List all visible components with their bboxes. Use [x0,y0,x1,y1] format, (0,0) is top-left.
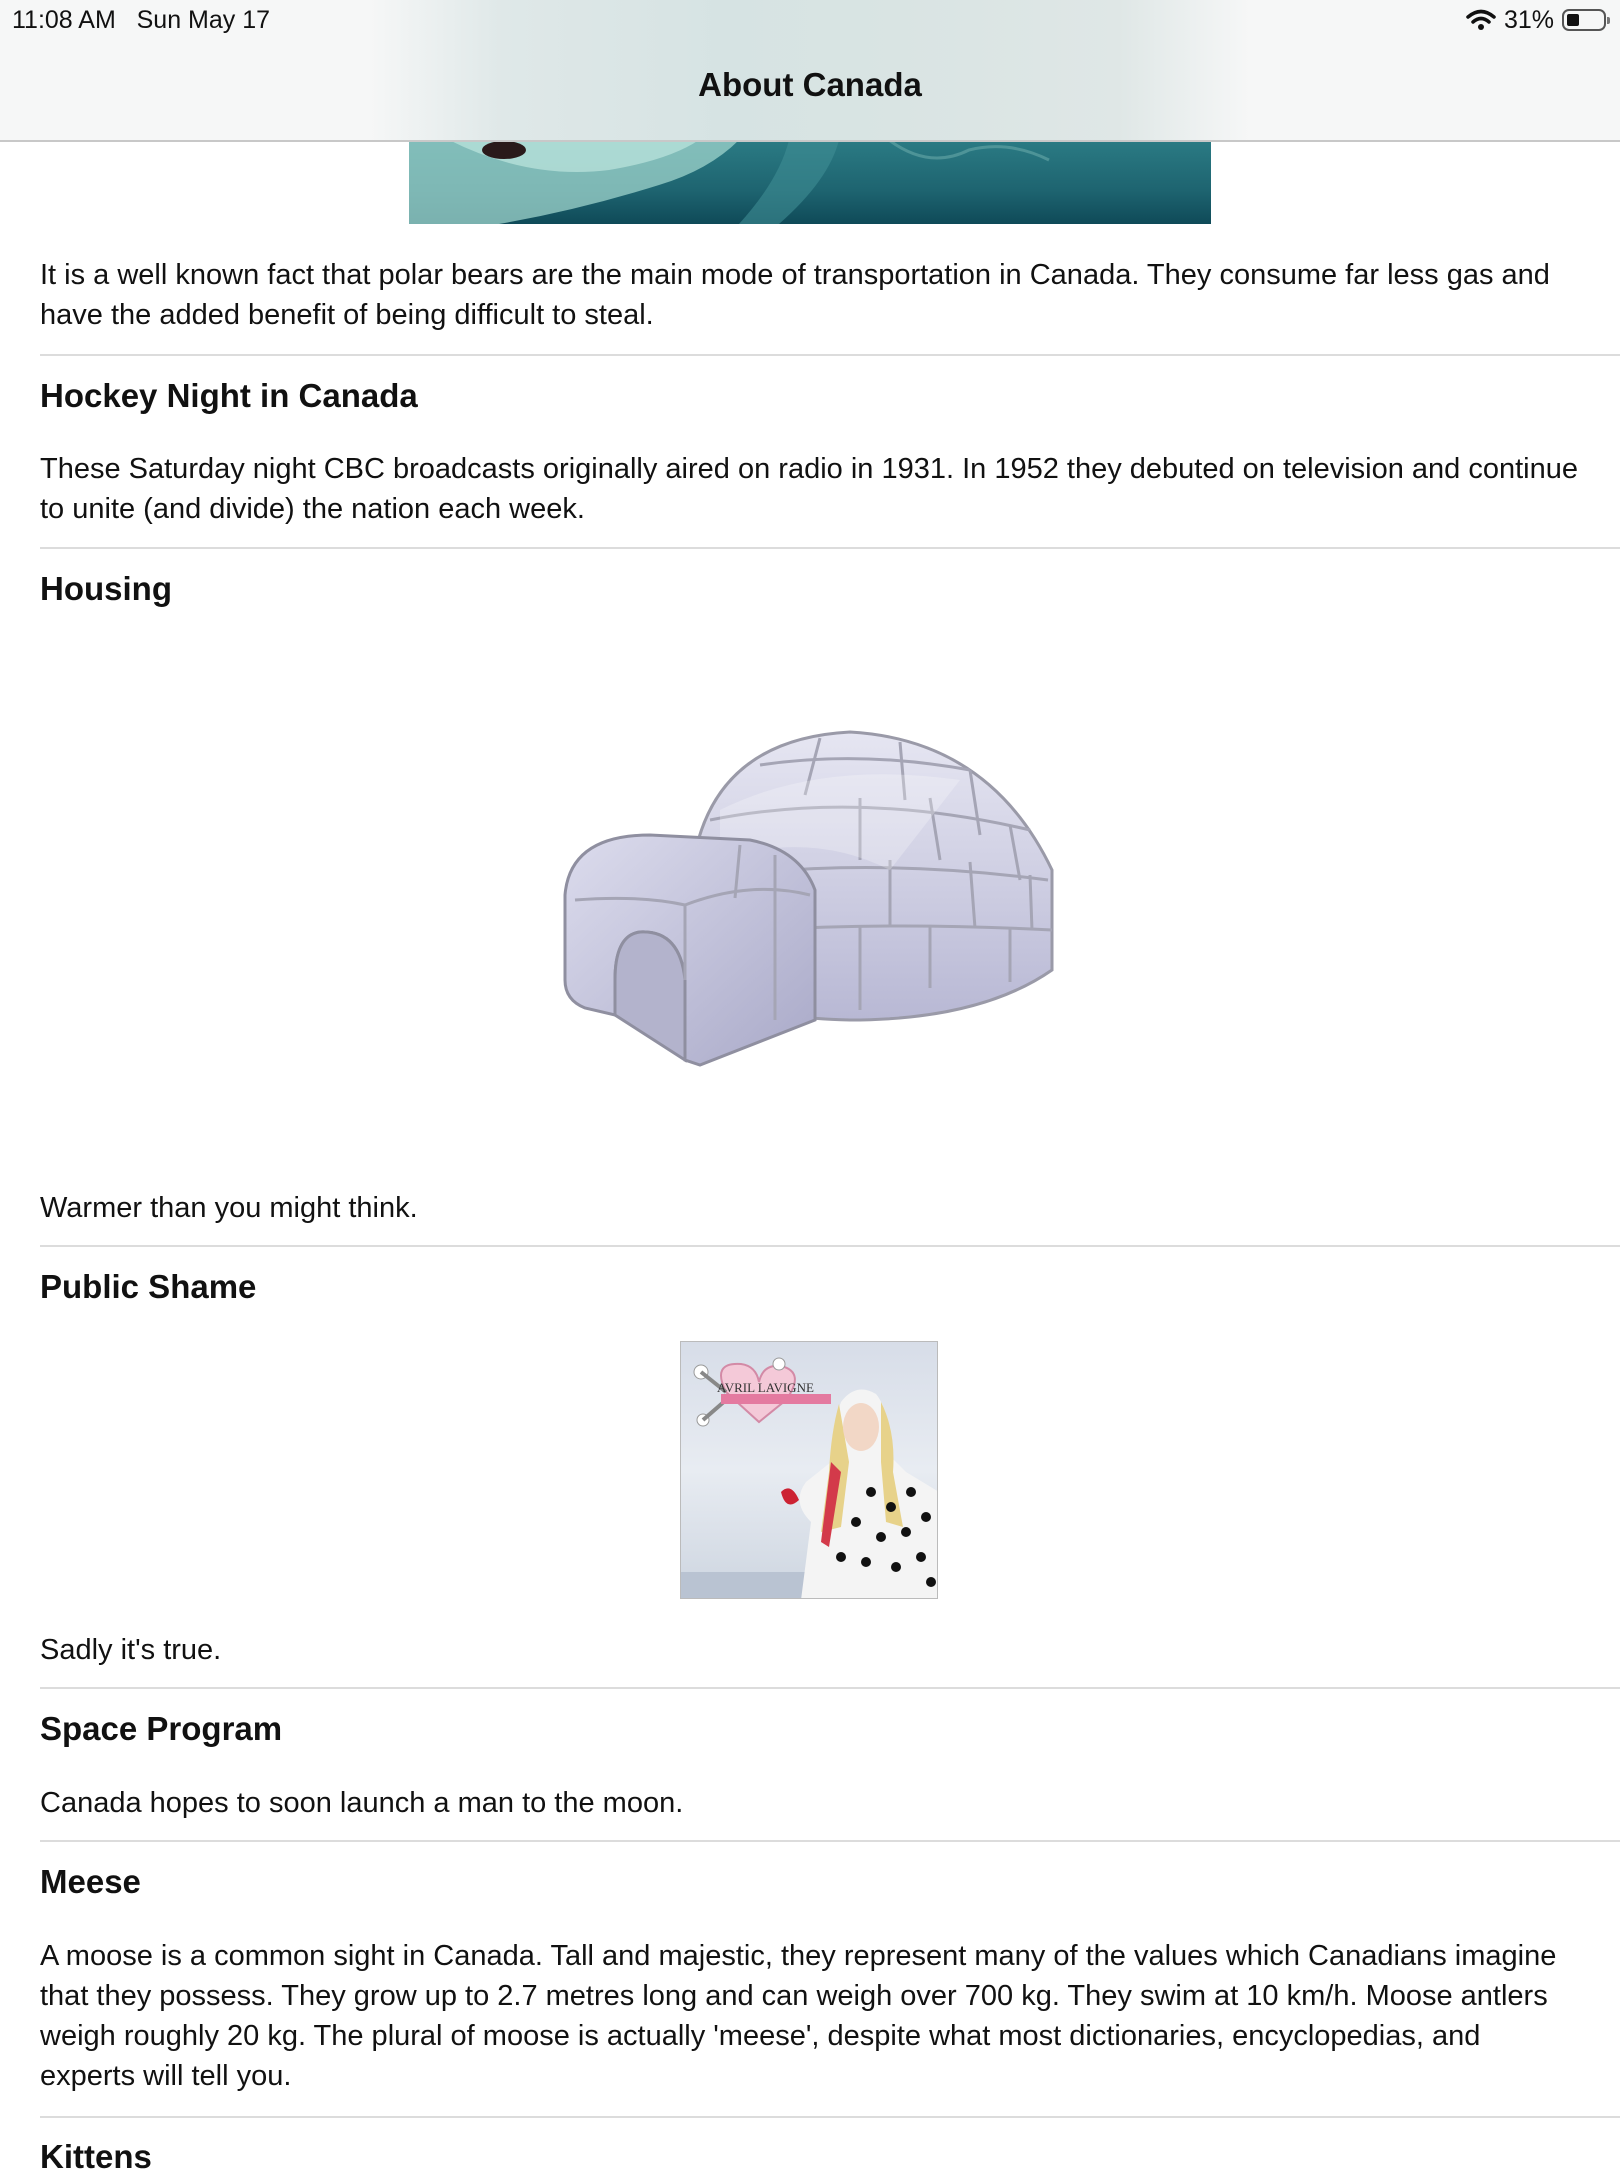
separator [40,1840,1620,1842]
status-date: Sun May 17 [136,6,271,34]
separator [40,354,1620,356]
public-shame-text: Sadly it's true. [40,1634,222,1666]
status-clock: 11:08 AM [12,6,116,34]
battery-icon [1562,9,1610,31]
igloo-image [563,730,1054,1067]
hockey-text: These Saturday night CBC broadcasts orig… [40,453,1579,525]
kittens-heading: Kittens [40,2138,152,2175]
hockey-heading: Hockey Night in Canada [40,377,418,414]
battery-percentage: 31% [1503,5,1554,34]
public-shame-heading: Public Shame [40,1268,257,1305]
status-indicators: 31% [1466,4,1610,36]
album-cover-image: AVRIL LAVIGNE [680,1341,938,1599]
navigation-bar: 11:08 AM Sun May 17 31% About Canada [0,0,1620,142]
polar-bear-image [409,140,1211,224]
space-program-text: Canada hopes to soon launch a man to the… [40,1787,684,1819]
meese-text: A moose is a common sight in Canada. Tal… [40,1940,1557,2092]
separator [40,1245,1620,1247]
housing-text: Warmer than you might think. [40,1192,418,1224]
wifi-icon [1466,9,1496,30]
separator [40,2116,1620,2118]
separator [40,547,1620,549]
album-artist-text: AVRIL LAVIGNE [717,1380,814,1395]
polar-bear-text: It is a well known fact that polar bears… [40,259,1550,331]
space-program-heading: Space Program [40,1710,283,1747]
housing-heading: Housing [40,570,172,607]
page-title: About Canada [698,66,922,103]
separator [40,1687,1620,1689]
status-time: 11:08 AM Sun May 17 [12,6,270,35]
meese-heading: Meese [40,1863,141,1900]
